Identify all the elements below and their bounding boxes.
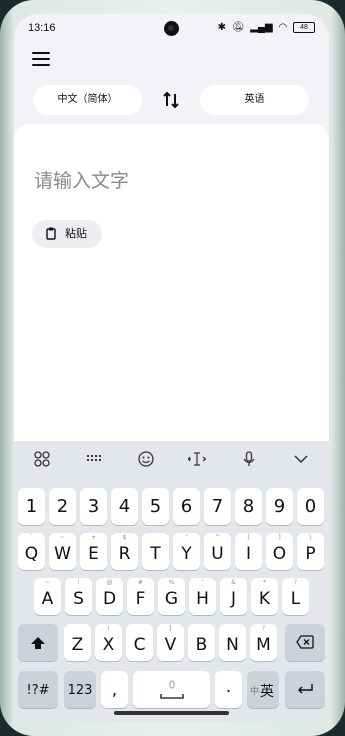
key-d[interactable]: @ D xyxy=(96,578,123,615)
key-h[interactable]: ' H xyxy=(189,578,216,615)
key-j[interactable]: & J xyxy=(220,578,247,615)
target-language-button[interactable]: 英语 xyxy=(200,85,309,115)
keyboard-icon[interactable] xyxy=(84,449,104,469)
language-switch-key[interactable]: 中 英 xyxy=(247,671,279,708)
keyboard: 1 2 3 4 5 6 7 8 9 0 ` Q ~ W + E $ R T " Y ^ U … xyxy=(14,441,329,722)
mute-icon: 🔕︎ xyxy=(231,22,245,34)
key-0[interactable]: 0 xyxy=(297,488,324,525)
key-p[interactable]: \ P xyxy=(297,533,324,570)
keyboard-toolbar xyxy=(14,441,329,477)
key-4[interactable]: 4 xyxy=(111,488,138,525)
key-b[interactable]: B xyxy=(188,624,215,661)
key-a[interactable]: ~ A xyxy=(34,578,61,615)
space-key[interactable] xyxy=(133,671,210,708)
key-q[interactable]: ` Q xyxy=(18,533,45,570)
text-input[interactable]: 请输入文字 xyxy=(34,166,129,193)
key-2[interactable]: 2 xyxy=(49,488,76,525)
key-x[interactable]: (X xyxy=(95,624,122,661)
apps-icon[interactable] xyxy=(32,449,52,469)
comma-key[interactable]: , xyxy=(101,671,128,708)
paste-label: 粘贴 xyxy=(65,228,87,240)
backspace-icon xyxy=(296,635,314,649)
bluetooth-icon: ✱ xyxy=(217,22,226,34)
status-bar: 13:16 ✱ 🔕︎ ▂▄▆ ◠ 48 xyxy=(14,14,329,44)
collapse-icon[interactable] xyxy=(291,449,311,469)
shift-key[interactable] xyxy=(18,624,58,661)
symbols-key[interactable]: !?# xyxy=(18,671,58,708)
key-7[interactable]: 7 xyxy=(204,488,231,525)
key-y[interactable]: " Y xyxy=(173,533,200,570)
key-z[interactable]: Z xyxy=(64,624,91,661)
source-language-button[interactable]: 中文（简体） xyxy=(33,85,142,115)
screen: 13:16 ✱ 🔕︎ ▂▄▆ ◠ 48 中文（简体） 英语 请输入文字 粘贴 1… xyxy=(14,14,329,722)
key-k[interactable]: * K xyxy=(251,578,278,615)
key-6[interactable]: 6 xyxy=(173,488,200,525)
camera-cutout xyxy=(164,21,179,36)
mic-icon[interactable] xyxy=(239,449,259,469)
signal-icon: ▂▄▆ xyxy=(250,22,273,34)
key-f[interactable]: # F xyxy=(127,578,154,615)
key-5[interactable]: 5 xyxy=(142,488,169,525)
key-3[interactable]: 3 xyxy=(80,488,107,525)
phone-frame: 13:16 ✱ 🔕︎ ▂▄▆ ◠ 48 中文（简体） 英语 请输入文字 粘贴 1… xyxy=(0,0,345,736)
status-time: 13:16 xyxy=(28,22,56,34)
dot-key[interactable]: . xyxy=(215,671,242,708)
key-c[interactable]: C xyxy=(126,624,153,661)
wifi-icon: ◠ xyxy=(278,22,288,34)
key-8[interactable]: 8 xyxy=(235,488,262,525)
key-e[interactable]: + E xyxy=(80,533,107,570)
shift-icon xyxy=(31,637,45,649)
key-i[interactable]: [I xyxy=(235,533,262,570)
swap-icon[interactable] xyxy=(162,91,180,109)
space-mic-icon xyxy=(160,680,184,699)
battery-icon: 48 xyxy=(293,22,315,33)
emoji-icon[interactable] xyxy=(136,449,156,469)
clipboard-icon xyxy=(46,227,56,240)
backspace-key[interactable] xyxy=(285,624,325,661)
key-g[interactable]: % G xyxy=(158,578,185,615)
menu-icon[interactable] xyxy=(32,52,50,66)
cursor-icon[interactable] xyxy=(187,449,207,469)
paste-button[interactable]: 粘贴 xyxy=(32,220,102,248)
key-t[interactable]: T xyxy=(142,533,169,570)
home-indicator[interactable] xyxy=(114,711,229,715)
input-card: 请输入文字 粘贴 xyxy=(14,124,329,454)
key-s[interactable]: ! S xyxy=(65,578,92,615)
key-w[interactable]: ~ W xyxy=(49,533,76,570)
key-o[interactable]: ] O xyxy=(266,533,293,570)
key-u[interactable]: ^ U xyxy=(204,533,231,570)
enter-icon xyxy=(297,684,313,694)
key-r[interactable]: $ R xyxy=(111,533,138,570)
key-v[interactable]: } V xyxy=(157,624,184,661)
key-m[interactable]: ? M xyxy=(250,624,277,661)
key-n[interactable]: N xyxy=(219,624,246,661)
key-l[interactable]: ? L xyxy=(282,578,309,615)
key-9[interactable]: 9 xyxy=(266,488,293,525)
number-key[interactable]: 123 xyxy=(64,671,96,708)
status-icons: ✱ 🔕︎ ▂▄▆ ◠ 48 xyxy=(215,22,315,33)
enter-key[interactable] xyxy=(285,671,325,708)
key-1[interactable]: 1 xyxy=(18,488,45,525)
